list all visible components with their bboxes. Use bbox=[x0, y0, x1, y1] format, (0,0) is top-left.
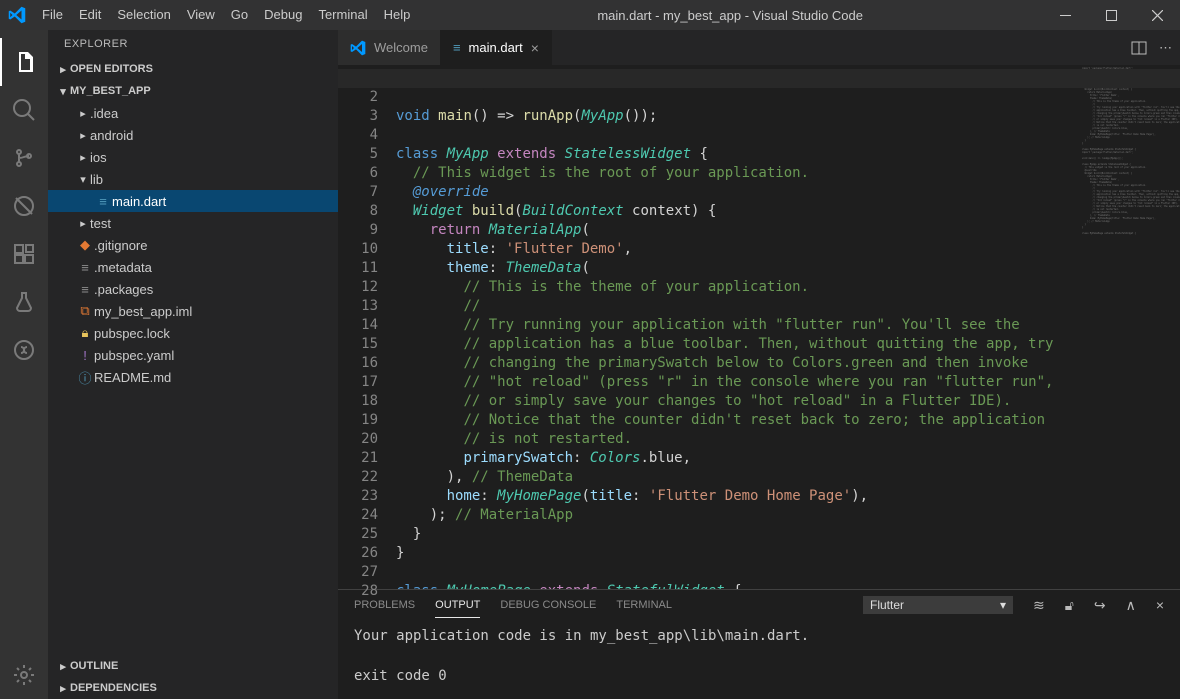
more-actions-icon[interactable]: ⋯ bbox=[1159, 40, 1172, 56]
close-panel-icon[interactable]: × bbox=[1156, 597, 1164, 613]
menu-bar: File Edit Selection View Go Debug Termin… bbox=[34, 0, 418, 30]
tab-welcome-label: Welcome bbox=[374, 40, 428, 55]
maximize-panel-icon[interactable]: ∧ bbox=[1126, 597, 1136, 614]
tree-folder-lib[interactable]: ▾lib bbox=[48, 168, 338, 190]
section-open-editors-label: OPEN EDITORS bbox=[70, 63, 153, 75]
tree-file-packages[interactable]: ≡.packages bbox=[48, 278, 338, 300]
activity-test-icon[interactable] bbox=[0, 278, 48, 326]
file-tree: ▸.idea ▸android ▸ios ▾lib ≡main.dart ▸te… bbox=[48, 102, 338, 655]
section-project-label: MY_BEST_APP bbox=[70, 85, 151, 97]
split-editor-icon[interactable] bbox=[1131, 40, 1147, 56]
menu-selection[interactable]: Selection bbox=[109, 0, 178, 30]
tree-label: my_best_app.iml bbox=[94, 304, 192, 319]
tab-main-dart[interactable]: ≡ main.dart × bbox=[441, 30, 552, 65]
tree-folder-idea[interactable]: ▸.idea bbox=[48, 102, 338, 124]
minimap[interactable]: import 'package:flutter/material.dart'; … bbox=[1080, 65, 1180, 589]
menu-go[interactable]: Go bbox=[223, 0, 256, 30]
dart-file-icon: ≡ bbox=[94, 194, 112, 209]
tree-file-readme[interactable]: ⓘREADME.md bbox=[48, 366, 338, 388]
tree-folder-ios[interactable]: ▸ios bbox=[48, 146, 338, 168]
tab-main-dart-label: main.dart bbox=[469, 40, 523, 55]
code-area[interactable]: import 'package:flutter/material.dart'; … bbox=[392, 65, 1080, 589]
activity-debug-icon[interactable] bbox=[0, 182, 48, 230]
window-maximize-icon[interactable] bbox=[1088, 0, 1134, 30]
lock-file-icon: 🔒︎ bbox=[76, 325, 94, 341]
output-channel-select[interactable]: Flutter ▾ bbox=[863, 596, 1013, 614]
panel-tab-debug[interactable]: DEBUG CONSOLE bbox=[500, 593, 596, 617]
open-log-icon[interactable]: ↪ bbox=[1094, 597, 1106, 614]
explorer-sidebar: EXPLORER ▸OPEN EDITORS ▾MY_BEST_APP ▸.id… bbox=[48, 30, 338, 699]
generic-file-icon: ≡ bbox=[76, 282, 94, 297]
tree-label: .gitignore bbox=[94, 238, 147, 253]
tree-file-pubspec-lock[interactable]: 🔒︎pubspec.lock bbox=[48, 322, 338, 344]
vscode-logo-icon bbox=[350, 40, 366, 56]
menu-terminal[interactable]: Terminal bbox=[310, 0, 375, 30]
tree-label: ios bbox=[90, 150, 107, 165]
tree-file-pubspec-yaml[interactable]: !pubspec.yaml bbox=[48, 344, 338, 366]
yaml-file-icon: ! bbox=[76, 348, 94, 363]
menu-view[interactable]: View bbox=[179, 0, 223, 30]
menu-file[interactable]: File bbox=[34, 0, 71, 30]
git-file-icon: ◆ bbox=[76, 237, 94, 253]
activity-bar bbox=[0, 30, 48, 699]
info-file-icon: ⓘ bbox=[76, 368, 94, 387]
panel-tab-terminal[interactable]: TERMINAL bbox=[616, 593, 672, 617]
activity-explorer-icon[interactable] bbox=[0, 38, 48, 86]
tree-label: test bbox=[90, 216, 111, 231]
window-minimize-icon[interactable] bbox=[1042, 0, 1088, 30]
tree-file-iml[interactable]: ⧉my_best_app.iml bbox=[48, 300, 338, 322]
tree-file-metadata[interactable]: ≡.metadata bbox=[48, 256, 338, 278]
activity-settings-icon[interactable] bbox=[0, 651, 48, 699]
activity-search-icon[interactable] bbox=[0, 86, 48, 134]
panel-tab-output[interactable]: OUTPUT bbox=[435, 593, 480, 618]
tree-label: pubspec.yaml bbox=[94, 348, 174, 363]
window-title: main.dart - my_best_app - Visual Studio … bbox=[418, 8, 1042, 23]
tree-label: .idea bbox=[90, 106, 118, 121]
output-channel-label: Flutter bbox=[870, 598, 904, 612]
tree-file-gitignore[interactable]: ◆.gitignore bbox=[48, 234, 338, 256]
lock-scroll-icon[interactable]: 🔓︎ bbox=[1065, 597, 1074, 614]
line-number-gutter: 1234567891011121314151617181920212223242… bbox=[338, 65, 392, 589]
output-body[interactable]: Your application code is in my_best_app\… bbox=[338, 620, 1180, 699]
tree-label: README.md bbox=[94, 370, 171, 385]
section-outline[interactable]: ▸OUTLINE bbox=[48, 655, 338, 677]
tree-label: .metadata bbox=[94, 260, 152, 275]
section-dependencies[interactable]: ▸DEPENDENCIES bbox=[48, 677, 338, 699]
tree-label: lib bbox=[90, 172, 103, 187]
generic-file-icon: ≡ bbox=[76, 260, 94, 275]
section-project[interactable]: ▾MY_BEST_APP bbox=[48, 80, 338, 102]
dart-file-icon: ≡ bbox=[453, 40, 461, 55]
editor-zone: Welcome ≡ main.dart × ⋯ 1234567891011121… bbox=[338, 30, 1180, 699]
chevron-down-icon: ▾ bbox=[1000, 598, 1006, 612]
output-line: Your application code is in my_best_app\… bbox=[354, 626, 1164, 646]
tree-file-main-dart[interactable]: ≡main.dart bbox=[48, 190, 338, 212]
activity-scm-icon[interactable] bbox=[0, 134, 48, 182]
activity-flutter-icon[interactable] bbox=[0, 326, 48, 374]
bottom-panel: PROBLEMS OUTPUT DEBUG CONSOLE TERMINAL F… bbox=[338, 589, 1180, 699]
output-line: exit code 0 bbox=[354, 666, 1164, 686]
editor-body[interactable]: 1234567891011121314151617181920212223242… bbox=[338, 65, 1180, 589]
explorer-title: EXPLORER bbox=[48, 30, 338, 58]
tree-folder-test[interactable]: ▸test bbox=[48, 212, 338, 234]
menu-edit[interactable]: Edit bbox=[71, 0, 109, 30]
title-bar: File Edit Selection View Go Debug Termin… bbox=[0, 0, 1180, 30]
clear-output-icon[interactable]: ≋ bbox=[1033, 597, 1045, 614]
tab-close-icon[interactable]: × bbox=[531, 40, 539, 56]
tree-label: pubspec.lock bbox=[94, 326, 170, 341]
tab-welcome[interactable]: Welcome bbox=[338, 30, 441, 65]
editor-tabs: Welcome ≡ main.dart × ⋯ bbox=[338, 30, 1180, 65]
section-open-editors[interactable]: ▸OPEN EDITORS bbox=[48, 58, 338, 80]
iml-file-icon: ⧉ bbox=[76, 303, 94, 319]
window-close-icon[interactable] bbox=[1134, 0, 1180, 30]
activity-extensions-icon[interactable] bbox=[0, 230, 48, 278]
section-dependencies-label: DEPENDENCIES bbox=[70, 682, 157, 694]
tree-label: android bbox=[90, 128, 133, 143]
menu-debug[interactable]: Debug bbox=[256, 0, 310, 30]
tree-label: .packages bbox=[94, 282, 153, 297]
vscode-logo-icon bbox=[0, 6, 34, 24]
tree-folder-android[interactable]: ▸android bbox=[48, 124, 338, 146]
section-outline-label: OUTLINE bbox=[70, 660, 118, 672]
menu-help[interactable]: Help bbox=[376, 0, 419, 30]
tree-label: main.dart bbox=[112, 194, 166, 209]
